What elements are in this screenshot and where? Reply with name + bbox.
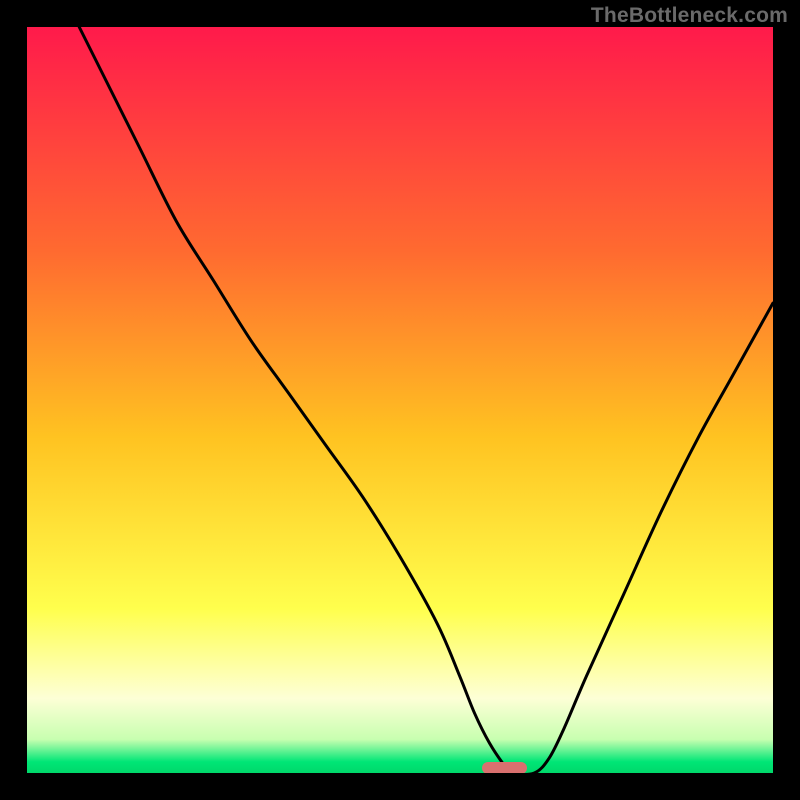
watermark-text: TheBottleneck.com — [591, 4, 788, 28]
plot-area — [27, 27, 773, 773]
bottleneck-curve — [79, 27, 773, 773]
optimum-marker — [482, 762, 527, 773]
chart-stage: TheBottleneck.com — [0, 0, 800, 800]
curve-layer — [27, 27, 773, 773]
